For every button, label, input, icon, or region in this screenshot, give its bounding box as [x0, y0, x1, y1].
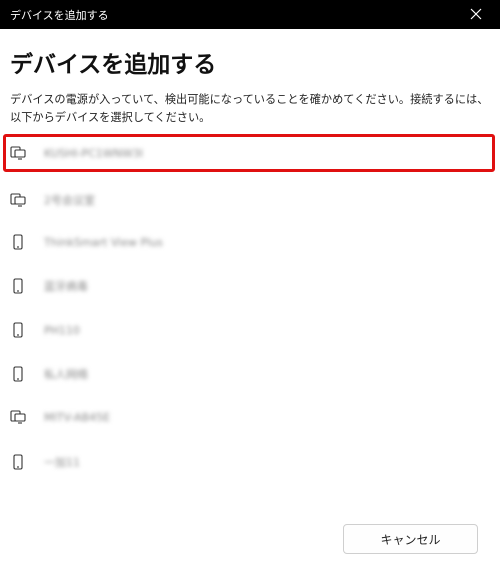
device-item[interactable]: PH110 [3, 311, 495, 349]
title-bar: デバイスを追加する [0, 0, 500, 29]
device-name: KUSHI-PC1WNW3I [44, 146, 143, 160]
close-icon[interactable] [468, 6, 484, 22]
instructions-text: デバイスの電源が入っていて、検出可能になっていることを確かめてください。接続する… [10, 93, 489, 124]
device-item[interactable]: 蓝牙病毒 [3, 267, 495, 305]
display-device-icon [9, 191, 27, 209]
device-name: 蓝牙病毒 [44, 280, 88, 293]
device-item[interactable]: 私人网络 [3, 355, 495, 393]
device-name: 私人网络 [44, 368, 88, 381]
device-name: PH110 [44, 323, 80, 337]
window-title: デバイスを追加する [10, 8, 109, 22]
page-title: デバイスを追加する [10, 52, 217, 78]
phone-icon [9, 233, 27, 251]
phone-icon [9, 321, 27, 339]
device-item[interactable]: MITV-AB45E [3, 398, 495, 436]
device-item[interactable]: 2号会议室 [3, 181, 495, 219]
phone-icon [9, 277, 27, 295]
display-device-icon [9, 144, 27, 162]
phone-icon [9, 365, 27, 383]
phone-icon [9, 453, 27, 471]
device-name: ThinkSmart View Plus [44, 235, 163, 249]
device-name: 一加11 [44, 456, 80, 469]
device-name: 2号会议室 [44, 194, 95, 207]
device-name: MITV-AB45E [44, 410, 111, 424]
device-item[interactable]: ThinkSmart View Plus [3, 223, 495, 261]
display-device-icon [9, 408, 27, 426]
device-item[interactable]: 一加11 [3, 443, 495, 481]
cancel-button[interactable]: キャンセル [343, 524, 478, 554]
device-item[interactable]: KUSHI-PC1WNW3I [3, 134, 495, 172]
